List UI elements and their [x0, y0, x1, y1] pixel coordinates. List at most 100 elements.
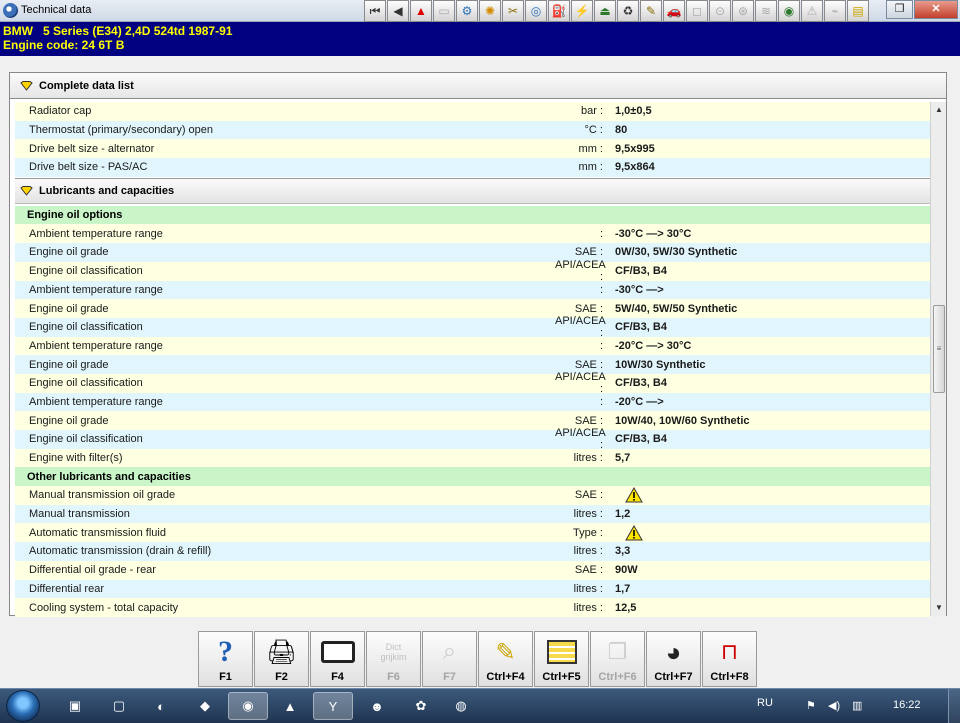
fkey-f2-button[interactable]: 🖨 F2 [254, 631, 309, 687]
scroll-up-arrow[interactable]: ▲ [931, 102, 947, 118]
data-row: Automatic transmission (drain & refill) l… [15, 542, 930, 561]
row-unit: : [599, 339, 603, 352]
taskbar-app-1[interactable]: ▣ [60, 692, 90, 720]
row-unit: API/ACEA : [555, 371, 606, 396]
fkey-ctrl-f5-button[interactable]: Ctrl+F5 [534, 631, 589, 687]
navigation-toolbar: ⏮ ◀ ▲ ▭ ⚙ ✺ ✂ ◎ ⛽ ⚡ ⏏ ♻ ✎ 🚗 ◻ ⊙ ⊛ ≋ ◉ ⚠ … [364, 0, 870, 22]
row-value: 90W [615, 564, 638, 577]
data-row: Ambient temperature range: -30°C —> 30°C [15, 224, 930, 244]
row-value: 5,7 [615, 452, 631, 465]
engine-icon[interactable]: ⚙ [456, 0, 478, 22]
close-button[interactable]: ✕ [914, 0, 958, 19]
section-title: Lubricants and capacities [39, 184, 175, 197]
scroll-thumb[interactable]: ≡ [933, 305, 945, 393]
show-desktop-button[interactable] [948, 689, 960, 723]
row-value: CF/B3, B4 [615, 265, 667, 278]
vertical-scrollbar[interactable]: ▲ ≡ ▼ [930, 102, 946, 616]
diagnostics-icon[interactable]: ⌁ [824, 0, 846, 22]
wheel-icon[interactable]: ◎ [525, 0, 547, 22]
data-row: Engine oil classification API/ACEA : CF/B3… [15, 371, 930, 396]
volume-icon[interactable]: ◀) [828, 699, 840, 712]
row-unit: SAE : [574, 358, 603, 371]
electrical-icon[interactable]: ⚡ [571, 0, 593, 22]
data-row: Manual transmission oil grade SAE : [15, 486, 930, 505]
row-label: Drive belt size - PAS/AC [29, 161, 148, 174]
fkey-label: F6 [387, 671, 400, 683]
taskbar-app-active[interactable]: ◉ [228, 692, 268, 720]
fkey-f1-button[interactable]: ? F1 [198, 631, 253, 687]
taskbar-app-8[interactable]: ☻ [362, 692, 392, 720]
sensor-icon[interactable]: ✺ [479, 0, 501, 22]
warning-toolbar-icon[interactable]: ▲ [410, 0, 432, 22]
network-icon[interactable]: ▥ [852, 699, 862, 712]
row-value: 12,5 [615, 601, 637, 614]
steering-icon[interactable]: ⊛ [732, 0, 754, 22]
row-label: Engine oil classification [29, 321, 143, 334]
data-row: Manual transmission litres : 1,2 [15, 504, 930, 524]
taskbar-app-10[interactable]: ◍ [446, 692, 476, 720]
back-icon[interactable]: ◀ [387, 0, 409, 22]
fkey-ctrl-f4-button[interactable]: ✎ Ctrl+F4 [478, 631, 533, 687]
collapse-diamond-icon [20, 185, 33, 196]
notes-toolbar-icon[interactable]: ▤ [847, 0, 869, 22]
brake-icon[interactable]: ⊙ [709, 0, 731, 22]
data-row: Cooling system - total capacity litres : 1… [15, 598, 930, 617]
tools-icon[interactable]: ✂ [502, 0, 524, 22]
data-row: Engine oil classification API/ACEA : CF/B3… [15, 427, 930, 451]
fkey-ctrl-f6-button[interactable]: ❐ Ctrl+F6 [590, 631, 645, 687]
data-row: Ambient temperature range: -20°C —> [15, 392, 930, 412]
row-label: Ambient temperature range [29, 339, 163, 352]
taskbar-app-9[interactable]: ✿ [406, 692, 436, 720]
flag-icon[interactable]: ⚑ [806, 699, 816, 712]
group-header-engine-oil: Engine oil options [15, 205, 930, 225]
fkey-label: Ctrl+F7 [654, 671, 693, 683]
fkey-ctrl-f8-button[interactable]: ⊓ Ctrl+F8 [702, 631, 757, 687]
row-value: 0W/30, 5W/30 Synthetic [615, 246, 738, 259]
service-icon[interactable]: ⛽ [548, 0, 570, 22]
row-unit: Type : [573, 526, 603, 539]
row-label: Engine oil classification [29, 377, 143, 390]
data-row: Engine oil grade SAE : 10W/40, 10W/60 Synt… [15, 411, 930, 430]
start-button[interactable] [6, 690, 40, 722]
section-header-lubricants[interactable]: Lubricants and capacities [15, 177, 930, 204]
row-unit: litres : [573, 452, 603, 465]
title-bar: Technical data ⏮ ◀ ▲ ▭ ⚙ ✺ ✂ ◎ ⛽ ⚡ ⏏ ♻ ✎… [0, 0, 960, 22]
fkey-f7-button[interactable]: ⌕ F7 [422, 631, 477, 687]
lift-icon[interactable]: ⏏ [594, 0, 616, 22]
taskbar-app-2[interactable]: ▢ [104, 692, 134, 720]
data-row: Engine oil grade SAE : 10W/30 Synthetic [15, 355, 930, 374]
restore-button[interactable]: ❐ [886, 0, 913, 19]
car-icon[interactable]: 🚗 [663, 0, 685, 22]
row-value: -20°C —> 30°C [615, 339, 692, 352]
scroll-down-arrow[interactable]: ▼ [931, 600, 947, 616]
fkey-f4-button[interactable]: F4 [310, 631, 365, 687]
data-row: Thermostat (primary/secondary) open °C : 8… [15, 120, 930, 140]
group-title: Other lubricants and capacities [27, 470, 191, 483]
window-controls: ❐ ✕ [885, 0, 958, 19]
taskbar-app-3[interactable]: ◐ [146, 692, 176, 720]
row-unit: litres : [573, 601, 603, 614]
airbag-icon[interactable]: ⚠ [801, 0, 823, 22]
data-panel: Complete data list Radiator cap bar : 1,0±… [9, 72, 947, 617]
row-label: Engine oil grade [29, 358, 109, 371]
row-label: Manual transmission oil grade [29, 489, 176, 502]
warning-icon [625, 524, 643, 541]
monitor-icon [311, 636, 364, 668]
section-header-complete-data[interactable]: Complete data list [10, 73, 946, 99]
taskbar-app-4[interactable]: ◆ [190, 692, 220, 720]
repair-icon[interactable]: ✎ [640, 0, 662, 22]
fkey-ctrl-f7-button[interactable]: ◕ Ctrl+F7 [646, 631, 701, 687]
window-icon[interactable]: ◻ [686, 0, 708, 22]
taskbar-app-7[interactable]: Y [313, 692, 353, 720]
fkey-f6-button[interactable]: Dict grijkim F6 [366, 631, 421, 687]
taskbar-app-6[interactable]: ▲ [275, 692, 305, 720]
suspension-icon[interactable]: ≋ [755, 0, 777, 22]
language-indicator[interactable]: RU [757, 697, 773, 709]
timing-icon[interactable]: ♻ [617, 0, 639, 22]
clock[interactable]: 16:22 [893, 699, 921, 711]
document-icon[interactable]: ▭ [433, 0, 455, 22]
data-row: Ambient temperature range: -20°C —> 30°C [15, 336, 930, 356]
clutch-icon[interactable]: ◉ [778, 0, 800, 22]
first-page-icon[interactable]: ⏮ [364, 0, 386, 22]
engine-code: Engine code: 24 6T B [3, 38, 125, 52]
